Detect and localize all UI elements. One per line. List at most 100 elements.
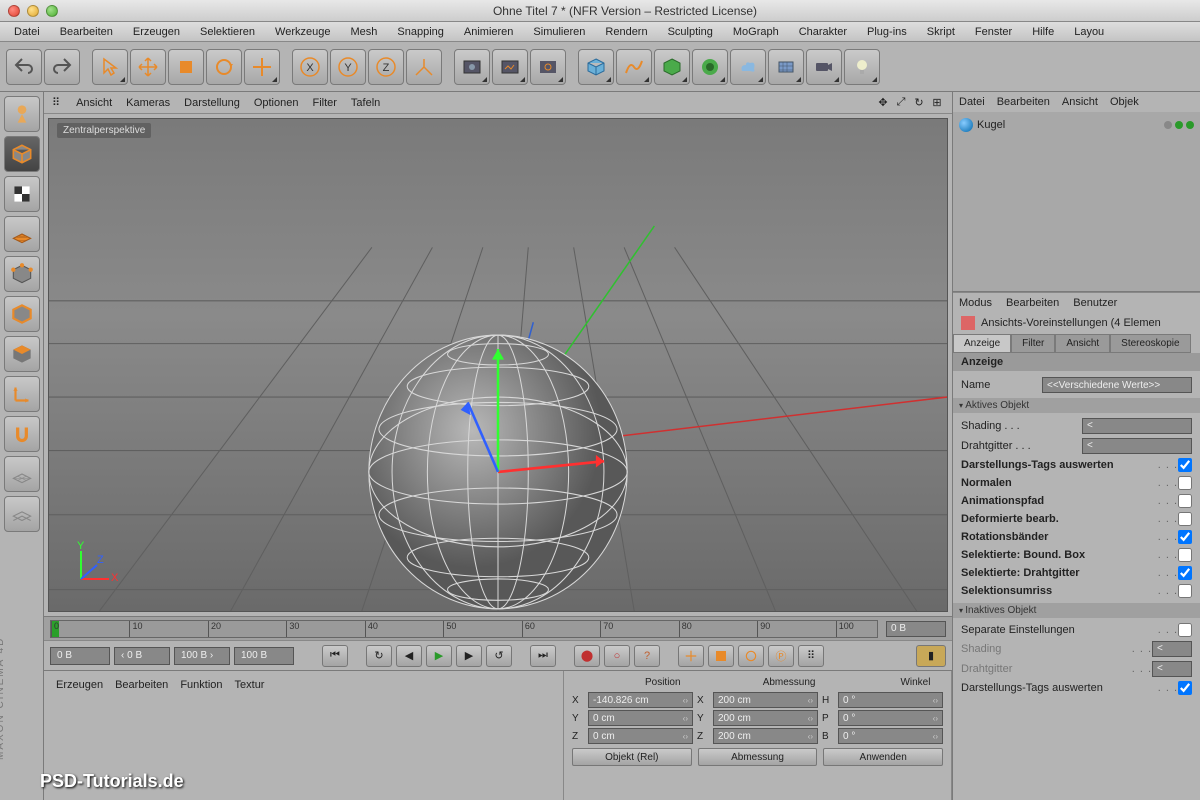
menu-datei[interactable]: Datei [4, 24, 50, 40]
menu-bearbeiten[interactable]: Bearbeiten [50, 24, 123, 40]
workplane-mode[interactable] [4, 216, 40, 252]
menu-layou[interactable]: Layou [1064, 24, 1114, 40]
menu-animieren[interactable]: Animieren [454, 24, 524, 40]
pos-Y[interactable]: 0 cm [588, 710, 693, 726]
recent-tool[interactable] [244, 49, 280, 85]
key-param-button[interactable]: Ⓟ [768, 645, 794, 667]
viewtab-filter[interactable]: Filter [312, 97, 336, 109]
menu-selektieren[interactable]: Selektieren [190, 24, 265, 40]
close-icon[interactable] [8, 5, 20, 17]
loop-button[interactable]: ↻ [366, 645, 392, 667]
iprop-drahtgitter[interactable]: < [1152, 661, 1192, 677]
menu-mograph[interactable]: MoGraph [723, 24, 789, 40]
soft-select[interactable] [4, 496, 40, 532]
ang-B[interactable]: 0 ° [838, 728, 943, 744]
autokey-button[interactable]: ○ [604, 645, 630, 667]
move-tool[interactable] [130, 49, 166, 85]
timeline[interactable]: 0102030405060708090100 0 B [44, 616, 952, 640]
menu-rendern[interactable]: Rendern [595, 24, 657, 40]
rotate-view-icon[interactable]: ↻ [912, 96, 926, 110]
check-deformiertebearb[interactable] [1178, 512, 1192, 526]
play-button[interactable]: ▶ [426, 645, 452, 667]
coord-apply-button[interactable]: Anwenden [823, 748, 943, 766]
range-start[interactable]: 0 B [50, 647, 110, 665]
add-primitive[interactable] [578, 49, 614, 85]
current-frame[interactable]: 0 B [886, 621, 946, 637]
zoom-view-icon[interactable]: ⤢ [894, 96, 908, 110]
polygon-mode[interactable] [4, 336, 40, 372]
render-view[interactable] [454, 49, 490, 85]
menu-charakter[interactable]: Charakter [789, 24, 857, 40]
render-picture[interactable] [492, 49, 528, 85]
pan-view-icon[interactable]: ✥ [876, 96, 890, 110]
attr-menu-benutzer[interactable]: Benutzer [1073, 297, 1117, 309]
model-mode[interactable] [4, 136, 40, 172]
axis-mode[interactable] [4, 376, 40, 412]
attr-menu-bearbeiten[interactable]: Bearbeiten [1006, 297, 1059, 309]
coord-mode-button[interactable]: Objekt (Rel) [572, 748, 692, 766]
range-end[interactable]: 100 B [234, 647, 294, 665]
object-manager[interactable]: Kugel [953, 112, 1200, 292]
record-button[interactable]: ⬤ [574, 645, 600, 667]
viewtab-ansicht[interactable]: Ansicht [76, 97, 112, 109]
check-rotationsbnder[interactable] [1178, 530, 1192, 544]
check-selektiertedrahtgitter[interactable] [1178, 566, 1192, 580]
menu-plug-ins[interactable]: Plug-ins [857, 24, 917, 40]
attr-tab-anzeige[interactable]: Anzeige [953, 334, 1011, 353]
check-animationspfad[interactable] [1178, 494, 1192, 508]
layout-view-icon[interactable]: ⊞ [930, 96, 944, 110]
step-back-button[interactable]: ◀ [396, 645, 422, 667]
undo-button[interactable] [6, 49, 42, 85]
add-spline[interactable] [616, 49, 652, 85]
icheck-separateeinstellungen[interactable] [1178, 623, 1192, 637]
om-menu-bearbeiten[interactable]: Bearbeiten [997, 96, 1050, 108]
group-inactive[interactable]: Inaktives Objekt [953, 603, 1200, 618]
vis-editor-dot[interactable] [1175, 121, 1183, 129]
icheck-darstellungstagsauswerten[interactable] [1178, 681, 1192, 695]
menu-werkzeuge[interactable]: Werkzeuge [265, 24, 340, 40]
point-mode[interactable] [4, 256, 40, 292]
viewtab-optionen[interactable]: Optionen [254, 97, 299, 109]
check-selektierteboundbox[interactable] [1178, 548, 1192, 562]
group-active[interactable]: Aktives Objekt [953, 398, 1200, 413]
timeline-ruler[interactable]: 0102030405060708090100 [50, 620, 878, 638]
z-axis-lock[interactable]: Z [368, 49, 404, 85]
make-editable[interactable] [4, 96, 40, 132]
menu-sculpting[interactable]: Sculpting [658, 24, 723, 40]
select-tool[interactable] [92, 49, 128, 85]
add-environment[interactable] [730, 49, 766, 85]
check-selektionsumriss[interactable] [1178, 584, 1192, 598]
add-deformer[interactable] [692, 49, 728, 85]
attr-menu-modus[interactable]: Modus [959, 297, 992, 309]
key-options-button[interactable]: ? [634, 645, 660, 667]
mat-tab-erzeugen[interactable]: Erzeugen [56, 679, 103, 691]
mat-tab-textur[interactable]: Textur [235, 679, 265, 691]
redo-button[interactable] [44, 49, 80, 85]
grip-icon[interactable]: ⠿ [52, 96, 60, 109]
check-normalen[interactable] [1178, 476, 1192, 490]
texture-mode[interactable] [4, 176, 40, 212]
maximize-icon[interactable] [46, 5, 58, 17]
prop-name-field[interactable] [1042, 377, 1192, 393]
viewtab-kameras[interactable]: Kameras [126, 97, 170, 109]
om-menu-objek[interactable]: Objek [1110, 96, 1139, 108]
key-rotate-button[interactable] [738, 645, 764, 667]
om-menu-ansicht[interactable]: Ansicht [1062, 96, 1098, 108]
om-menu-datei[interactable]: Datei [959, 96, 985, 108]
snap-toggle[interactable] [4, 416, 40, 452]
scale-tool[interactable] [168, 49, 204, 85]
dim-Y[interactable]: 200 cm [713, 710, 818, 726]
ang-P[interactable]: 0 ° [838, 710, 943, 726]
mat-tab-bearbeiten[interactable]: Bearbeiten [115, 679, 168, 691]
attr-tab-ansicht[interactable]: Ansicht [1055, 334, 1110, 353]
minimize-icon[interactable] [27, 5, 39, 17]
goto-end-button[interactable]: ⏭ [530, 645, 556, 667]
ang-H[interactable]: 0 ° [838, 692, 943, 708]
viewtab-darstellung[interactable]: Darstellung [184, 97, 240, 109]
edge-mode[interactable] [4, 296, 40, 332]
range-next[interactable]: 100 B › [174, 647, 230, 665]
step-fwd-button[interactable]: ▶ [456, 645, 482, 667]
menu-erzeugen[interactable]: Erzeugen [123, 24, 190, 40]
attr-tab-filter[interactable]: Filter [1011, 334, 1055, 353]
workplane-snap[interactable] [4, 456, 40, 492]
